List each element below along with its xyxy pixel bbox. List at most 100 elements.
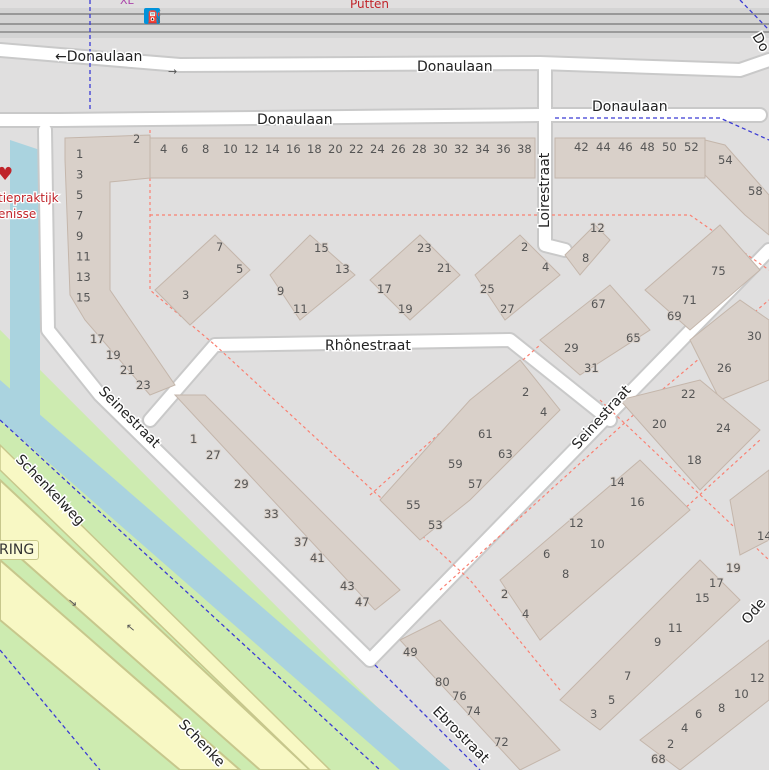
- house-number: 76: [452, 689, 467, 703]
- house-number: 17: [377, 282, 392, 296]
- house-number: 29: [564, 341, 579, 355]
- house-number: 44: [596, 140, 611, 154]
- svg-text:⛽: ⛽: [147, 10, 162, 24]
- house-number: 14: [757, 529, 769, 543]
- house-number: 2: [133, 132, 140, 146]
- fuel-icon[interactable]: ⛽: [144, 8, 162, 24]
- house-number: 12: [244, 142, 259, 156]
- house-number: 17: [90, 332, 105, 346]
- house-number: 28: [412, 142, 427, 156]
- house-number: 52: [684, 140, 699, 154]
- house-number: 6: [695, 707, 702, 721]
- house-number: 30: [747, 329, 762, 343]
- house-number: 7: [76, 209, 83, 223]
- house-number: 59: [448, 457, 463, 471]
- map-view[interactable]: XL Putten ⛽ ←Donaulaan Donaulaan Donaula…: [0, 0, 769, 770]
- house-number: 10: [734, 687, 749, 701]
- house-number: 4: [522, 607, 529, 621]
- house-number: 58: [748, 184, 763, 198]
- house-number: 41: [310, 551, 325, 565]
- house-number: 23: [136, 378, 151, 392]
- house-number: 72: [494, 735, 509, 749]
- house-number: 8: [202, 142, 209, 156]
- house-number: 49: [403, 645, 418, 659]
- house-number: 42: [574, 140, 589, 154]
- house-number: 7: [216, 240, 223, 254]
- house-number: 6: [543, 547, 550, 561]
- house-number: 22: [681, 387, 696, 401]
- house-number: 2: [521, 240, 528, 254]
- house-number: 23: [417, 241, 432, 255]
- house-number: 7: [624, 669, 631, 683]
- poi-label-line1: tiepraktijk: [0, 191, 59, 205]
- house-number: 24: [370, 142, 385, 156]
- house-number: 47: [355, 595, 370, 609]
- house-number: 9: [277, 284, 284, 298]
- house-number: 18: [687, 453, 702, 467]
- house-number: 37: [294, 535, 309, 549]
- house-number: 13: [335, 262, 350, 276]
- house-number: 55: [406, 498, 421, 512]
- house-number: 5: [608, 693, 615, 707]
- house-number: 21: [120, 363, 135, 377]
- house-number: 11: [668, 621, 683, 635]
- house-number: 8: [718, 701, 725, 715]
- house-number: 12: [750, 671, 765, 685]
- road-label-donaulaan-3: Donaulaan: [592, 99, 668, 115]
- house-number: 19: [726, 561, 741, 575]
- house-number: 5: [236, 262, 243, 276]
- house-number: 38: [517, 142, 532, 156]
- house-number: 57: [468, 477, 483, 491]
- road-label-donaulaan-2: Donaulaan: [417, 59, 493, 75]
- house-number: 10: [590, 537, 605, 551]
- house-number: 26: [717, 361, 732, 375]
- house-number: 71: [682, 293, 697, 307]
- house-number: 14: [610, 475, 625, 489]
- house-number: 4: [542, 260, 549, 274]
- house-number: 16: [630, 495, 645, 509]
- house-number: 48: [640, 140, 655, 154]
- house-number: 20: [328, 142, 343, 156]
- house-number: 10: [223, 142, 238, 156]
- house-number: 74: [466, 704, 481, 718]
- house-number: 15: [76, 291, 91, 305]
- map-canvas[interactable]: XL Putten ⛽ ←Donaulaan Donaulaan Donaula…: [0, 0, 769, 770]
- house-number: 4: [681, 721, 688, 735]
- putten-label: Putten: [350, 0, 389, 11]
- house-number: 54: [718, 153, 733, 167]
- house-number: 2: [522, 385, 529, 399]
- house-number: 1: [190, 432, 197, 446]
- poi-label-line2: enisse: [0, 207, 36, 221]
- house-number: 11: [293, 302, 308, 316]
- house-number: 12: [590, 221, 605, 235]
- house-number: 69: [667, 309, 682, 323]
- ring-road-shield: RING: [0, 540, 40, 560]
- water-upper: [10, 140, 40, 420]
- house-number: 20: [652, 417, 667, 431]
- house-number: 17: [709, 576, 724, 590]
- house-number: 9: [654, 635, 661, 649]
- house-number: 2: [667, 737, 674, 751]
- house-number: 31: [584, 361, 599, 375]
- house-number: 46: [618, 140, 633, 154]
- house-number: 63: [498, 447, 513, 461]
- house-number: 16: [286, 142, 301, 156]
- house-number: 75: [711, 264, 726, 278]
- house-number: 53: [428, 518, 443, 532]
- house-number: 12: [569, 516, 584, 530]
- house-number: 3: [590, 707, 597, 721]
- house-number: 34: [475, 142, 490, 156]
- house-number: 65: [626, 331, 641, 345]
- house-number: 29: [234, 477, 249, 491]
- house-number: 3: [76, 168, 83, 182]
- road-label-donaulaan-1: ←Donaulaan: [55, 49, 142, 65]
- road-label-loirestraat: Loirestraat: [537, 152, 553, 228]
- house-number: 26: [391, 142, 406, 156]
- house-number: 24: [716, 421, 731, 435]
- house-number: 15: [314, 241, 329, 255]
- house-number: 13: [76, 270, 91, 284]
- house-number: 19: [106, 348, 121, 362]
- house-number: 9: [76, 229, 83, 243]
- house-number: 4: [160, 142, 167, 156]
- house-number: 18: [307, 142, 322, 156]
